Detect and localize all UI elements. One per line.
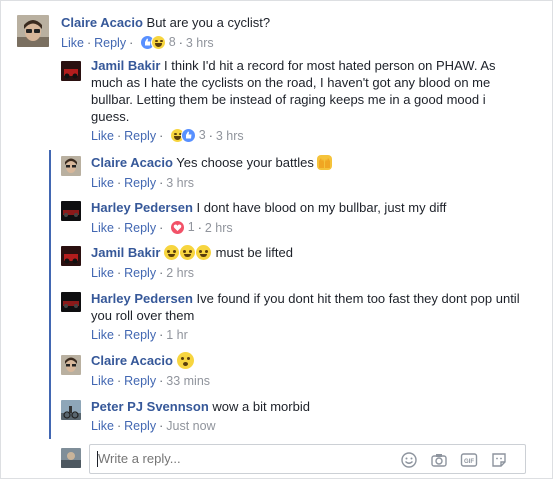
comment-author[interactable]: Jamil Bakir: [91, 58, 160, 73]
camera-icon[interactable]: [430, 451, 448, 469]
reply-body: Claire Acacio Yes choose your battles: [91, 154, 521, 171]
avatar-claire[interactable]: [61, 156, 81, 176]
gif-icon[interactable]: GIF: [460, 451, 478, 469]
comment-text: But are you a cyclist?: [146, 15, 271, 30]
reaction-count: 1: [187, 220, 195, 235]
like-link[interactable]: Like: [91, 221, 114, 235]
laughing-tears-icon: [164, 245, 179, 260]
reaction-summary[interactable]: 3: [169, 127, 206, 143]
reaction-summary[interactable]: 1: [169, 219, 195, 235]
reply-composer[interactable]: GIF: [89, 444, 526, 474]
reply-body: Jamil Bakir I think I'd hit a record for…: [91, 57, 511, 125]
reply-body: Jamil Bakir must be lifted: [91, 244, 521, 261]
comment-actions: Like · Reply · Just now: [91, 419, 216, 433]
reply-link[interactable]: Reply: [124, 328, 156, 342]
comment-author[interactable]: Harley Pedersen: [91, 200, 193, 215]
avatar-jamil[interactable]: [61, 61, 81, 81]
reply-body: Harley Pedersen Ive found if you dont hi…: [91, 290, 521, 324]
comment-actions: Like · Reply · 33 mins: [91, 374, 211, 388]
like-link[interactable]: Like: [91, 328, 114, 342]
reply-link[interactable]: Reply: [124, 176, 156, 190]
surprised-face-icon: [176, 352, 194, 369]
comment-body: Claire Acacio But are you a cyclist?: [61, 14, 531, 31]
composer-avatar: [61, 448, 81, 468]
comment-actions: Like · Reply · 8 · 3 hrs: [61, 34, 214, 50]
reply-input[interactable]: [98, 451, 378, 466]
comment-author[interactable]: Peter PJ Svennson: [91, 399, 209, 414]
timestamp[interactable]: Just now: [166, 419, 215, 433]
reaction-count: 3: [198, 128, 206, 143]
comment-text: wow a bit morbid: [212, 399, 310, 414]
sticker-icon[interactable]: [490, 451, 508, 469]
timestamp[interactable]: 2 hrs: [205, 221, 233, 235]
comment-author[interactable]: Claire Acacio: [91, 353, 173, 368]
laughing-tears-icon: [180, 245, 195, 260]
thread-indicator: [49, 150, 51, 439]
avatar-claire[interactable]: [61, 355, 81, 375]
comment-author[interactable]: Claire Acacio: [61, 15, 143, 30]
reply-body: Claire Acacio: [91, 352, 521, 369]
love-icon: [169, 219, 185, 235]
comment-text: must be lifted: [215, 245, 293, 260]
like-link[interactable]: Like: [91, 374, 114, 388]
reply-body: Peter PJ Svennson wow a bit morbid: [91, 398, 521, 415]
timestamp[interactable]: 33 mins: [166, 374, 210, 388]
reply-link[interactable]: Reply: [124, 419, 156, 433]
avatar-claire[interactable]: [17, 15, 49, 47]
comment-text: I dont have blood on my bullbar, just my…: [196, 200, 447, 215]
like-link[interactable]: Like: [91, 419, 114, 433]
timestamp[interactable]: 3 hrs: [216, 129, 244, 143]
like-link[interactable]: Like: [91, 129, 114, 143]
emoji-icon[interactable]: [400, 451, 418, 469]
timestamp[interactable]: 3 hrs: [186, 36, 214, 50]
like-link[interactable]: Like: [61, 36, 84, 50]
avatar-jamil[interactable]: [61, 246, 81, 266]
reply-link[interactable]: Reply: [124, 221, 156, 235]
comment-author[interactable]: Jamil Bakir: [91, 245, 160, 260]
reply-body: Harley Pedersen I dont have blood on my …: [91, 199, 521, 216]
reply-link[interactable]: Reply: [94, 36, 126, 50]
comment-actions: Like · Reply · 1 hr: [91, 328, 188, 342]
like-link[interactable]: Like: [91, 266, 114, 280]
avatar-harley[interactable]: [61, 201, 81, 221]
reply-link[interactable]: Reply: [124, 129, 156, 143]
like-icon: [180, 127, 196, 143]
like-link[interactable]: Like: [91, 176, 114, 190]
timestamp[interactable]: 1 hr: [166, 328, 188, 342]
avatar-peter[interactable]: [61, 400, 81, 420]
comment-actions: Like · Reply · 2 hrs: [91, 266, 195, 280]
comment-actions: Like · Reply · 1 · 2 hrs: [91, 219, 233, 235]
comment-author[interactable]: Claire Acacio: [91, 155, 173, 170]
comment-thread: Claire Acacio But are you a cyclist? Lik…: [0, 0, 553, 479]
comment-author[interactable]: Harley Pedersen: [91, 291, 193, 306]
comment-text: Yes choose your battles: [176, 155, 314, 170]
svg-text:GIF: GIF: [464, 459, 474, 465]
reaction-count: 8: [168, 35, 176, 50]
timestamp[interactable]: 3 hrs: [166, 176, 194, 190]
haha-icon: [150, 34, 166, 50]
reply-link[interactable]: Reply: [124, 266, 156, 280]
avatar-harley[interactable]: [61, 292, 81, 312]
reply-link[interactable]: Reply: [124, 374, 156, 388]
laughing-tears-icon: [196, 245, 211, 260]
timestamp[interactable]: 2 hrs: [166, 266, 194, 280]
raised-hands-icon: [317, 155, 333, 170]
reaction-summary[interactable]: 8: [139, 34, 176, 50]
comment-actions: Like · Reply · 3 · 3 hrs: [91, 127, 244, 143]
comment-actions: Like · Reply · 3 hrs: [91, 176, 195, 190]
